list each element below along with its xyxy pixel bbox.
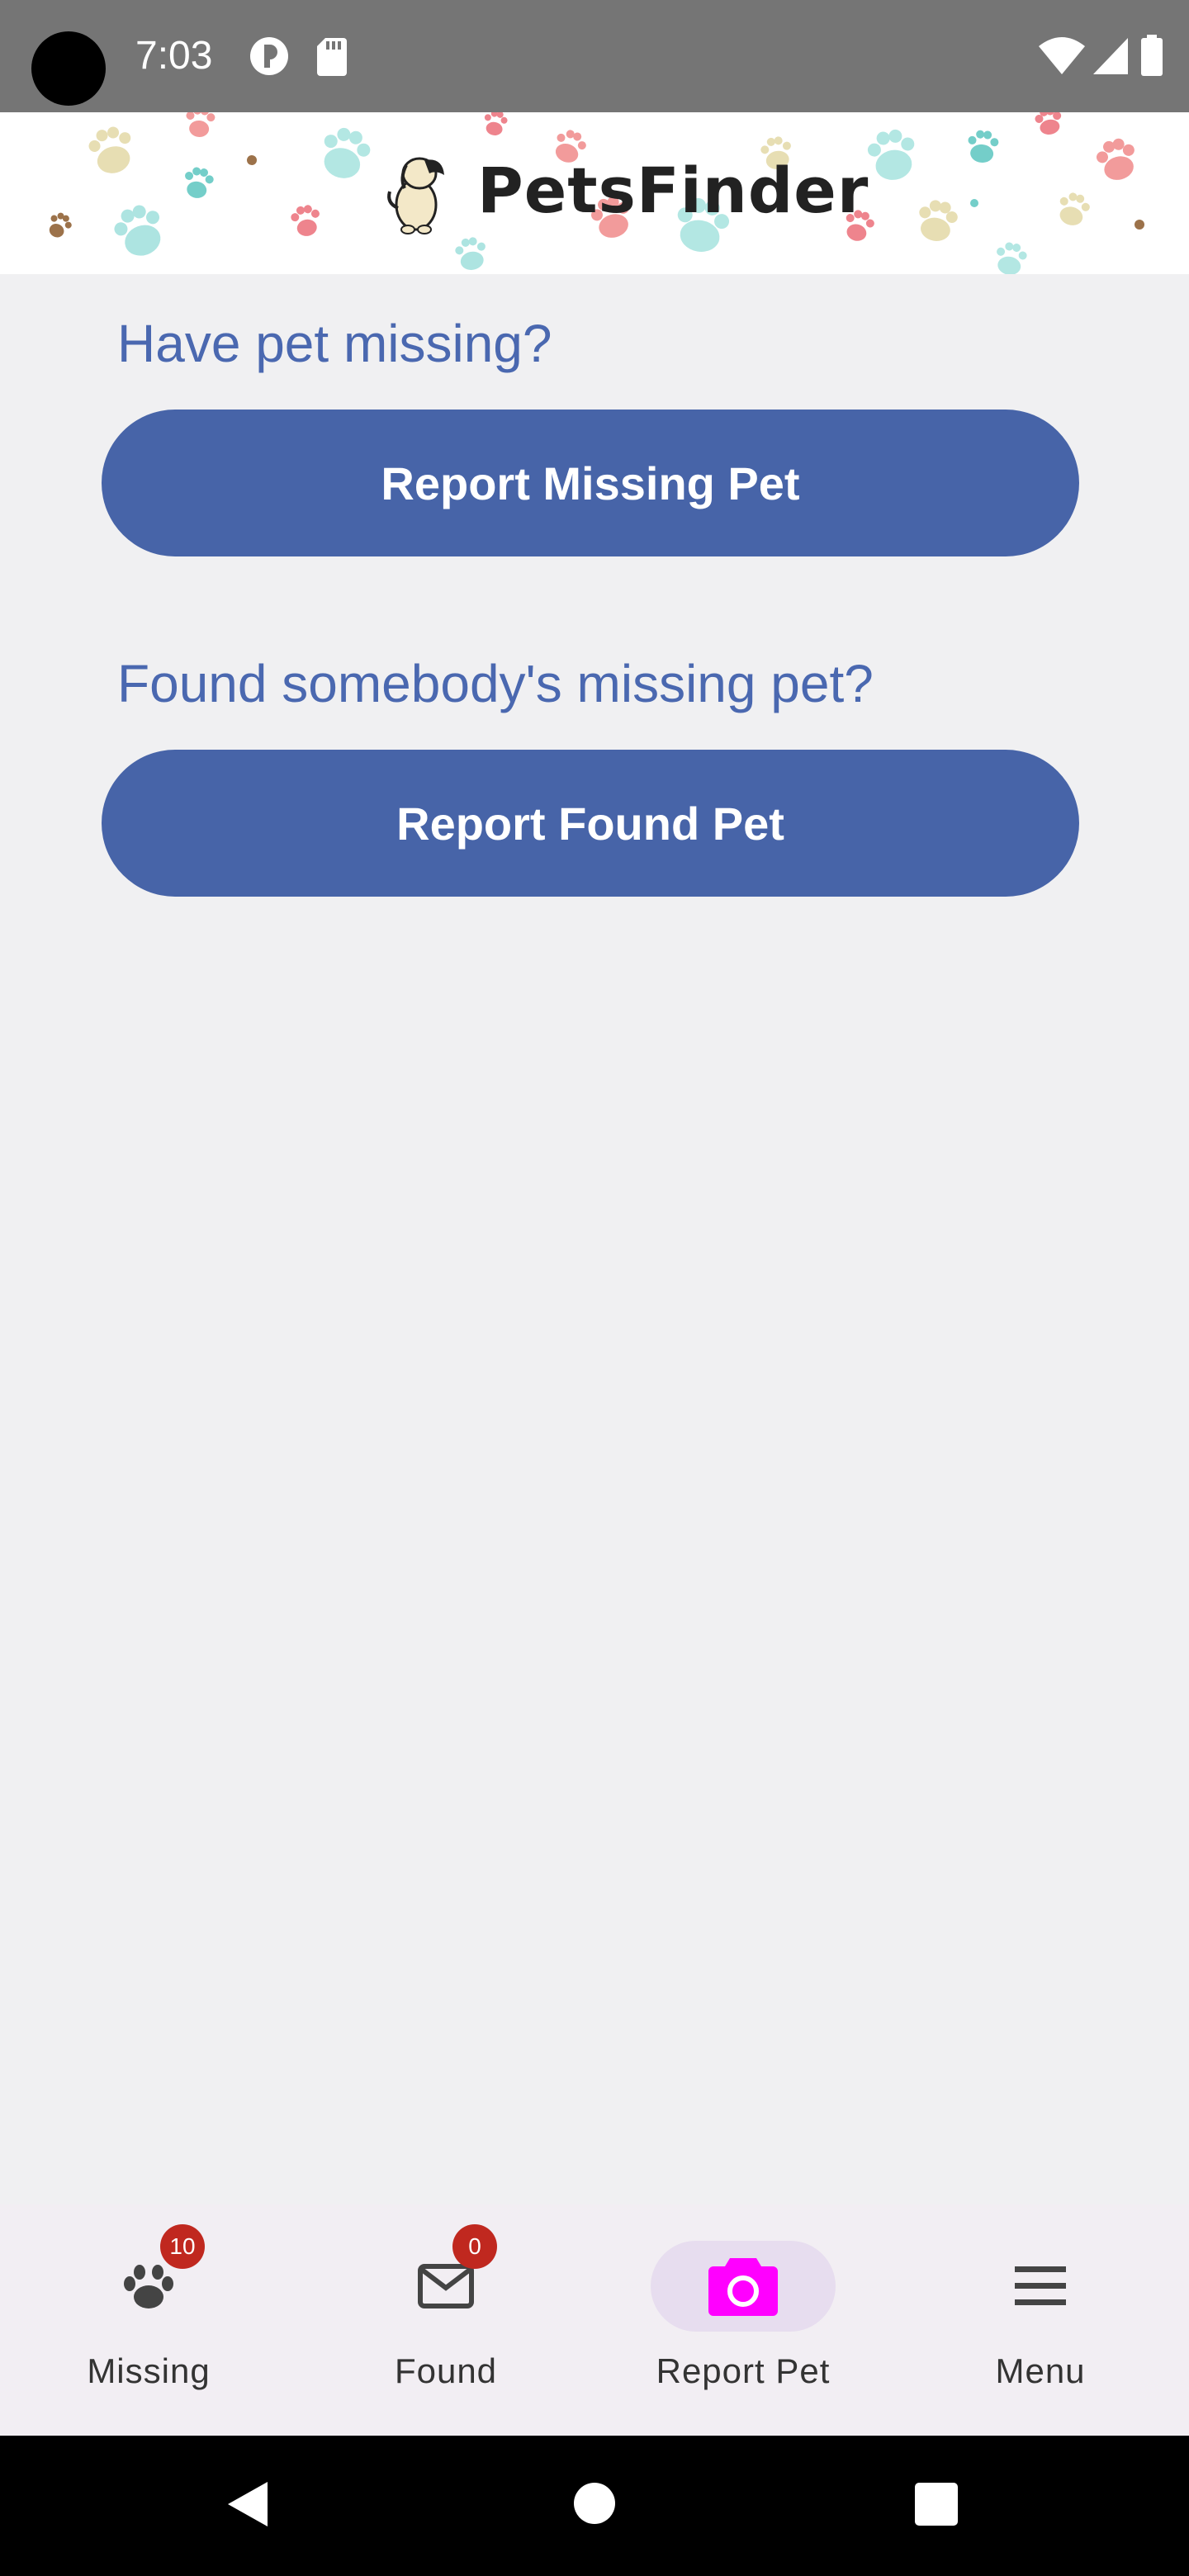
bottom-navigation: 10 Missing 0 Found Report Pet Menu [0,2204,1189,2436]
nav-item-report-pet[interactable]: Report Pet [594,2204,892,2436]
missing-count-badge: 10 [160,2224,205,2269]
app-header: PetsFinder [0,112,1189,274]
paw-icon [124,2265,173,2308]
status-bar: 7:03 [0,0,1189,112]
dog-logo-icon [387,157,444,234]
app-title: PetsFinder [477,154,869,227]
camera-icon [708,2258,778,2316]
system-navigation-bar [0,2436,1189,2576]
sd-card-icon [317,38,347,76]
report-found-pet-button[interactable]: Report Found Pet [102,750,1079,897]
nav-item-missing[interactable]: 10 Missing [0,2204,297,2436]
found-count-badge: 0 [452,2224,497,2269]
status-time: 7:03 [135,34,213,78]
home-icon[interactable] [573,2482,616,2525]
active-indicator [651,2241,836,2332]
nav-label-found: Found [394,2351,498,2390]
mail-icon [418,2264,474,2308]
menu-icon [1015,2266,1066,2305]
data-saver-icon [250,37,288,75]
battery-icon [1141,35,1163,76]
back-icon[interactable] [223,2477,272,2531]
nav-label-report-pet: Report Pet [656,2351,831,2390]
wifi-icon [1039,37,1085,74]
missing-prompt: Have pet missing? [117,314,552,373]
nav-label-missing: Missing [87,2351,211,2390]
nav-item-found[interactable]: 0 Found [297,2204,594,2436]
found-prompt: Found somebody's missing pet? [117,654,874,713]
recents-icon[interactable] [915,2483,958,2526]
cellular-signal-icon [1093,38,1128,74]
report-missing-pet-button[interactable]: Report Missing Pet [102,410,1079,556]
nav-label-menu: Menu [995,2351,1086,2390]
nav-item-menu[interactable]: Menu [892,2204,1189,2436]
camera-cutout [31,31,106,106]
